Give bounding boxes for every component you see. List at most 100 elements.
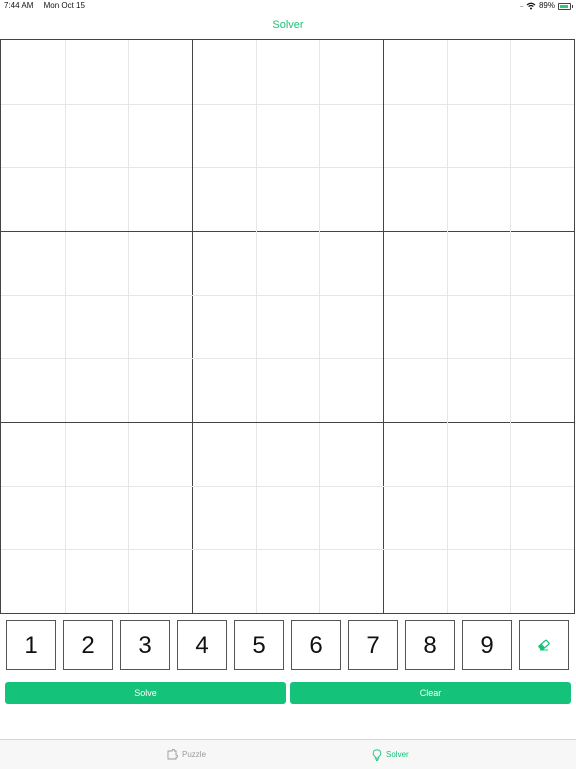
grid-cell[interactable]: [319, 167, 383, 231]
status-time: 7:44 AM: [4, 1, 34, 10]
grid-cell[interactable]: [383, 231, 447, 295]
grid-cell[interactable]: [65, 358, 129, 422]
grid-cell[interactable]: [510, 358, 574, 422]
grid-cell[interactable]: [447, 167, 511, 231]
grid-cell[interactable]: [319, 295, 383, 359]
grid-cell[interactable]: [65, 549, 129, 613]
grid-cell[interactable]: [447, 486, 511, 550]
grid-cell[interactable]: [65, 167, 129, 231]
lightbulb-icon: [372, 748, 382, 761]
grid-cell[interactable]: [128, 104, 192, 168]
grid-cell[interactable]: [1, 358, 65, 422]
grid-cell[interactable]: [256, 422, 320, 486]
grid-cell[interactable]: [192, 295, 256, 359]
key-6[interactable]: 6: [291, 620, 341, 670]
grid-cell[interactable]: [128, 295, 192, 359]
grid-cell[interactable]: [383, 104, 447, 168]
grid-cell[interactable]: [510, 231, 574, 295]
grid-cell[interactable]: [510, 40, 574, 104]
grid-cell[interactable]: [128, 40, 192, 104]
key-1[interactable]: 1: [6, 620, 56, 670]
tab-puzzle[interactable]: Puzzle: [166, 740, 206, 769]
grid-cell[interactable]: [319, 486, 383, 550]
key-9[interactable]: 9: [462, 620, 512, 670]
grid-cell[interactable]: [256, 358, 320, 422]
grid-cell[interactable]: [319, 549, 383, 613]
grid-cell[interactable]: [1, 40, 65, 104]
grid-cell[interactable]: [65, 486, 129, 550]
grid-cell[interactable]: [319, 422, 383, 486]
grid-cell[interactable]: [192, 549, 256, 613]
grid-cell[interactable]: [1, 167, 65, 231]
grid-cell[interactable]: [128, 358, 192, 422]
grid-cell[interactable]: [1, 486, 65, 550]
grid-cell[interactable]: [256, 486, 320, 550]
solve-button[interactable]: Solve: [5, 682, 286, 704]
grid-cell[interactable]: [1, 295, 65, 359]
key-8[interactable]: 8: [405, 620, 455, 670]
grid-cell[interactable]: [510, 549, 574, 613]
grid-cell[interactable]: [319, 231, 383, 295]
grid-cell[interactable]: [128, 486, 192, 550]
key-3[interactable]: 3: [120, 620, 170, 670]
grid-cell[interactable]: [383, 167, 447, 231]
grid-cell[interactable]: [447, 40, 511, 104]
grid-cell[interactable]: [192, 358, 256, 422]
key-5[interactable]: 5: [234, 620, 284, 670]
grid-cell[interactable]: [319, 40, 383, 104]
grid-cell[interactable]: [256, 167, 320, 231]
grid-cell[interactable]: [447, 295, 511, 359]
key-7[interactable]: 7: [348, 620, 398, 670]
grid-cell[interactable]: [192, 167, 256, 231]
grid-cell[interactable]: [510, 486, 574, 550]
grid-cell[interactable]: [447, 104, 511, 168]
grid-cell[interactable]: [128, 231, 192, 295]
number-keypad: 1 2 3 4 5 6 7 8 9: [6, 620, 572, 672]
grid-cell[interactable]: [192, 104, 256, 168]
grid-cell[interactable]: [128, 167, 192, 231]
eraser-button[interactable]: [519, 620, 569, 670]
tab-bar: Puzzle Solver: [0, 739, 576, 769]
grid-cell[interactable]: [1, 231, 65, 295]
status-date: Mon Oct 15: [43, 1, 85, 10]
key-2[interactable]: 2: [63, 620, 113, 670]
grid-cell[interactable]: [1, 104, 65, 168]
tab-solver[interactable]: Solver: [372, 740, 409, 769]
grid-cell[interactable]: [319, 104, 383, 168]
grid-cell[interactable]: [383, 295, 447, 359]
grid-cell[interactable]: [256, 40, 320, 104]
grid-cell[interactable]: [128, 549, 192, 613]
grid-cell[interactable]: [510, 167, 574, 231]
grid-cell[interactable]: [256, 231, 320, 295]
grid-cell[interactable]: [383, 40, 447, 104]
grid-cell[interactable]: [510, 422, 574, 486]
grid-cell[interactable]: [319, 358, 383, 422]
key-4[interactable]: 4: [177, 620, 227, 670]
grid-cell[interactable]: [383, 549, 447, 613]
grid-cell[interactable]: [510, 104, 574, 168]
grid-cell[interactable]: [447, 549, 511, 613]
clear-button[interactable]: Clear: [290, 682, 571, 704]
grid-cell[interactable]: [447, 231, 511, 295]
grid-cell[interactable]: [1, 422, 65, 486]
grid-cell[interactable]: [65, 422, 129, 486]
grid-cell[interactable]: [447, 422, 511, 486]
grid-cell[interactable]: [192, 486, 256, 550]
grid-cell[interactable]: [256, 295, 320, 359]
grid-cell[interactable]: [510, 295, 574, 359]
grid-cell[interactable]: [256, 549, 320, 613]
grid-cell[interactable]: [192, 231, 256, 295]
grid-cell[interactable]: [65, 40, 129, 104]
grid-cell[interactable]: [256, 104, 320, 168]
grid-cell[interactable]: [192, 40, 256, 104]
grid-cell[interactable]: [447, 358, 511, 422]
grid-cell[interactable]: [65, 231, 129, 295]
grid-cell[interactable]: [65, 104, 129, 168]
grid-cell[interactable]: [383, 486, 447, 550]
grid-cell[interactable]: [383, 358, 447, 422]
grid-cell[interactable]: [192, 422, 256, 486]
grid-cell[interactable]: [1, 549, 65, 613]
grid-cell[interactable]: [383, 422, 447, 486]
grid-cell[interactable]: [128, 422, 192, 486]
grid-cell[interactable]: [65, 295, 129, 359]
